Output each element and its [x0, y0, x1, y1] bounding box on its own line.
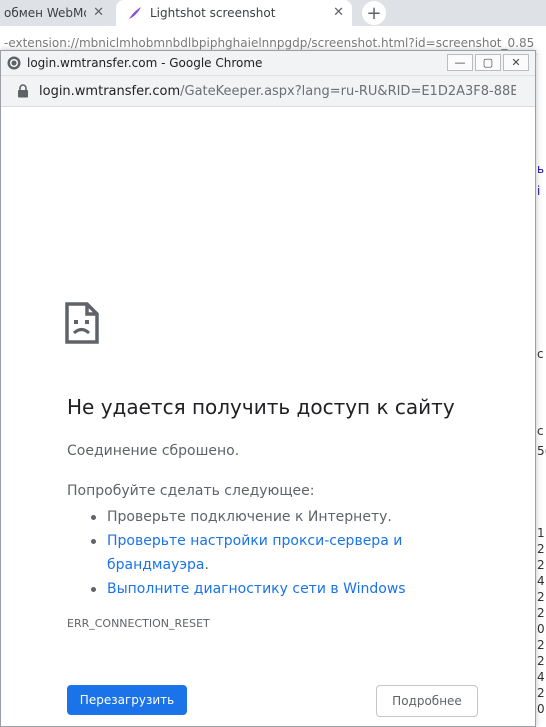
new-tab-button[interactable]: +	[362, 1, 386, 25]
tab-close-icon[interactable]: ✕	[333, 5, 344, 20]
sad-page-icon	[65, 302, 99, 344]
background-text-fragment: 0	[537, 622, 545, 636]
suggestion-suffix: .	[204, 557, 209, 573]
background-text-fragment: 2	[537, 590, 545, 604]
reload-button[interactable]: Перезагрузить	[67, 685, 187, 715]
tab-close-icon[interactable]: ✕	[93, 5, 104, 20]
error-page: Не удается получить доступ к сайту Соеди…	[1, 107, 535, 726]
background-text-fragment: 2	[537, 638, 545, 652]
error-title: Не удается получить доступ к сайту	[67, 395, 455, 419]
background-text-fragment: ь	[537, 162, 545, 176]
suggestions-heading: Попробуйте сделать следующее:	[67, 483, 315, 499]
lightshot-feather-icon	[129, 7, 141, 19]
suggestion-text: Проверьте подключение к Интернету.	[107, 509, 392, 525]
background-text-fragment: c	[537, 347, 544, 361]
background-text-fragment: i	[537, 184, 541, 198]
minimize-button[interactable]: —	[447, 54, 473, 71]
suggestion-item: Выполните диагностику сети в Windows	[67, 577, 487, 601]
background-text-fragment: 2	[537, 558, 545, 572]
close-button[interactable]: ✕	[503, 54, 529, 71]
suggestion-item: Проверьте подключение к Интернету.	[67, 505, 487, 529]
suggestions-list: Проверьте подключение к Интернету. Прове…	[67, 505, 487, 601]
popup-address-bar[interactable]: login.wmtransfer.com /GateKeeper.aspx?la…	[1, 76, 535, 107]
tab-webmoney[interactable]: обмен WebMo ✕	[0, 0, 112, 26]
background-text-fragment: 2	[537, 654, 545, 668]
popup-window: login.wmtransfer.com - Google Chrome — ▢…	[0, 50, 536, 727]
details-button[interactable]: Подробнее	[376, 685, 478, 717]
maximize-button[interactable]: ▢	[475, 54, 501, 71]
background-text-fragment: c	[537, 424, 544, 438]
background-url: -extension://mbniclmhobmnbdlbpiphghaieln…	[4, 36, 535, 50]
window-title: login.wmtransfer.com - Google Chrome	[27, 56, 263, 70]
window-titlebar[interactable]: login.wmtransfer.com - Google Chrome — ▢…	[1, 51, 535, 76]
background-text-fragment: 0	[537, 702, 545, 716]
background-text-fragment: 2	[537, 542, 545, 556]
background-text-fragment: 5(	[537, 444, 546, 458]
window-controls: — ▢ ✕	[447, 54, 529, 71]
background-tab-strip: обмен WebMo ✕ Lightshot screenshot ✕ +	[0, 0, 546, 26]
lock-icon	[18, 84, 28, 98]
background-text-fragment: 2	[537, 606, 545, 620]
background-text-fragment: 4	[537, 574, 545, 588]
tab-label: обмен WebMo	[4, 6, 86, 20]
error-code: ERR_CONNECTION_RESET	[67, 617, 210, 630]
suggestion-item: Проверьте настройки прокси-сервера и бра…	[67, 529, 487, 577]
url-path: /GateKeeper.aspx?lang=ru-RU&RID=E1D2A3F8…	[180, 83, 517, 99]
network-diagnostics-link[interactable]: Выполните диагностику сети в Windows	[107, 581, 406, 597]
background-page-content: ь i c c 5( 1 2 2 4 2 2 0 2 2 4 2 0	[537, 54, 546, 727]
background-text-fragment: 4	[537, 670, 545, 684]
error-subtitle: Соединение сброшено.	[67, 443, 240, 459]
tab-label: Lightshot screenshot	[150, 6, 276, 20]
chrome-logo-icon	[7, 56, 21, 70]
url-host: login.wmtransfer.com	[39, 83, 181, 99]
tab-lightshot[interactable]: Lightshot screenshot ✕	[116, 0, 352, 26]
background-text-fragment: 2	[537, 686, 545, 700]
proxy-firewall-link[interactable]: Проверьте настройки прокси-сервера и бра…	[107, 533, 402, 573]
background-text-fragment: 1	[537, 526, 545, 540]
